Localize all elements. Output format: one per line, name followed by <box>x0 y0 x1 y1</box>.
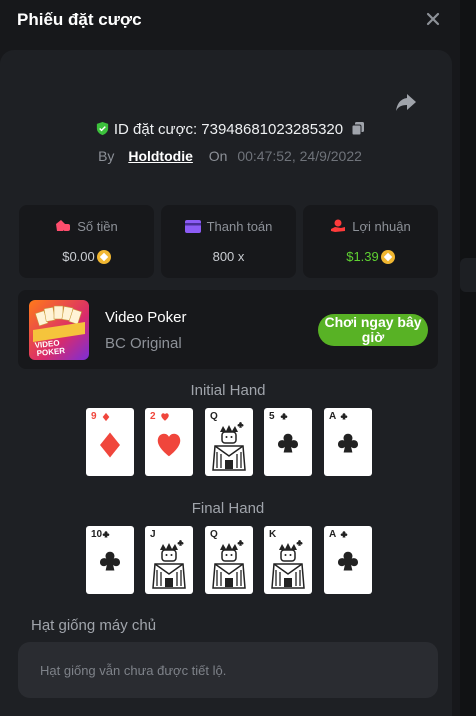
server-seed-field[interactable]: Hạt giống vẫn chưa được tiết lộ. <box>18 642 438 698</box>
share-icon[interactable] <box>395 92 417 112</box>
coin-icon <box>96 250 111 264</box>
card-rank: A <box>329 411 337 422</box>
game-card: VIDEO POKER Video Poker BC Original Chơi… <box>18 290 438 369</box>
on-label: On <box>208 148 228 164</box>
by-label: By <box>98 148 115 164</box>
stat-amount-label: Số tiền <box>77 219 118 234</box>
club-suit-icon <box>237 422 244 428</box>
face-card-figure-icon <box>212 422 246 471</box>
game-name: Video Poker <box>105 309 187 326</box>
face-card-figure-icon <box>271 540 305 589</box>
game-provider: BC Original <box>105 335 182 352</box>
page-edge <box>460 0 476 716</box>
money-bag-icon <box>56 220 71 231</box>
club-suit-icon <box>278 433 298 453</box>
copy-icon[interactable] <box>351 121 365 136</box>
card-rank: A <box>329 529 337 540</box>
initial-card-1: 9 <box>86 408 134 476</box>
club-suit-icon <box>338 551 358 571</box>
bet-id-label: ID đặt cược: <box>113 121 198 138</box>
card-rank: 9 <box>91 411 97 422</box>
stat-amount-value: $0.00 <box>62 249 95 264</box>
initial-card-2: 2 <box>145 408 193 476</box>
shield-check-icon <box>96 121 108 136</box>
club-suit-icon <box>340 413 348 420</box>
video-poker-thumbnail[interactable]: VIDEO POKER <box>29 300 89 360</box>
wallet-card-icon <box>184 220 201 233</box>
club-suit-icon <box>102 531 110 538</box>
stat-profit-label: Lợi nhuận <box>352 219 411 234</box>
bet-timestamp: 00:47:52, 24/9/2022 <box>237 148 362 164</box>
stat-amount: Số tiền $0.00 <box>19 205 154 278</box>
stat-payout-label: Thanh toán <box>206 219 273 234</box>
club-suit-icon <box>296 540 303 546</box>
club-suit-icon <box>177 540 184 546</box>
final-card-3: Q <box>205 526 253 594</box>
card-rank: Q <box>210 529 218 540</box>
club-suit-icon <box>100 551 120 571</box>
hand-coin-icon <box>331 219 346 232</box>
stat-profit-value: $1.39 <box>346 249 379 264</box>
face-card-figure-icon <box>152 540 186 589</box>
stat-payout: Thanh toán 800 x <box>161 205 296 278</box>
bet-id-line: ID đặt cược: 73948681023285320 <box>0 121 460 138</box>
play-now-button[interactable]: Chơi ngay bây giờ <box>318 314 428 346</box>
server-seed-value: Hạt giống vẫn chưa được tiết lộ. <box>40 663 227 678</box>
bet-author-line: By Holdtodie On 00:47:52, 24/9/2022 <box>0 148 460 164</box>
card-rank: J <box>150 529 156 540</box>
final-hand-label: Final Hand <box>191 500 265 517</box>
coin-icon <box>380 250 395 264</box>
initial-card-3: Q <box>205 408 253 476</box>
edge-tab <box>460 258 476 292</box>
club-suit-icon <box>338 433 358 453</box>
modal-title: Phiếu đặt cược <box>17 10 142 29</box>
card-rank: Q <box>210 411 218 422</box>
heart-suit-icon <box>157 433 181 457</box>
card-rank: 5 <box>269 411 275 422</box>
club-suit-icon <box>237 540 244 546</box>
face-card-figure-icon <box>212 540 246 589</box>
club-suit-icon <box>280 413 288 420</box>
bet-slip-modal: Phiếu đặt cược ID đặt cược: 739486810232… <box>0 0 460 716</box>
club-suit-icon <box>340 531 348 538</box>
card-rank: K <box>269 529 277 540</box>
bet-id-value: 73948681023285320 <box>201 121 344 138</box>
diamond-suit-icon <box>102 412 110 422</box>
server-seed-label: Hạt giống máy chủ <box>31 617 157 634</box>
close-icon[interactable] <box>424 10 442 28</box>
final-card-5: A <box>324 526 372 594</box>
diamond-suit-icon <box>100 432 120 458</box>
initial-card-5: A <box>324 408 372 476</box>
stat-profit: Lợi nhuận $1.39 <box>303 205 438 278</box>
final-card-1: 10 <box>86 526 134 594</box>
final-card-2: J <box>145 526 193 594</box>
final-card-4: K <box>264 526 312 594</box>
heart-suit-icon <box>161 413 169 421</box>
initial-card-4: 5 <box>264 408 312 476</box>
initial-hand-label: Initial Hand <box>190 382 266 399</box>
stat-payout-value: 800 x <box>212 249 245 264</box>
card-rank: 2 <box>150 411 156 422</box>
username-link[interactable]: Holdtodie <box>128 148 193 164</box>
